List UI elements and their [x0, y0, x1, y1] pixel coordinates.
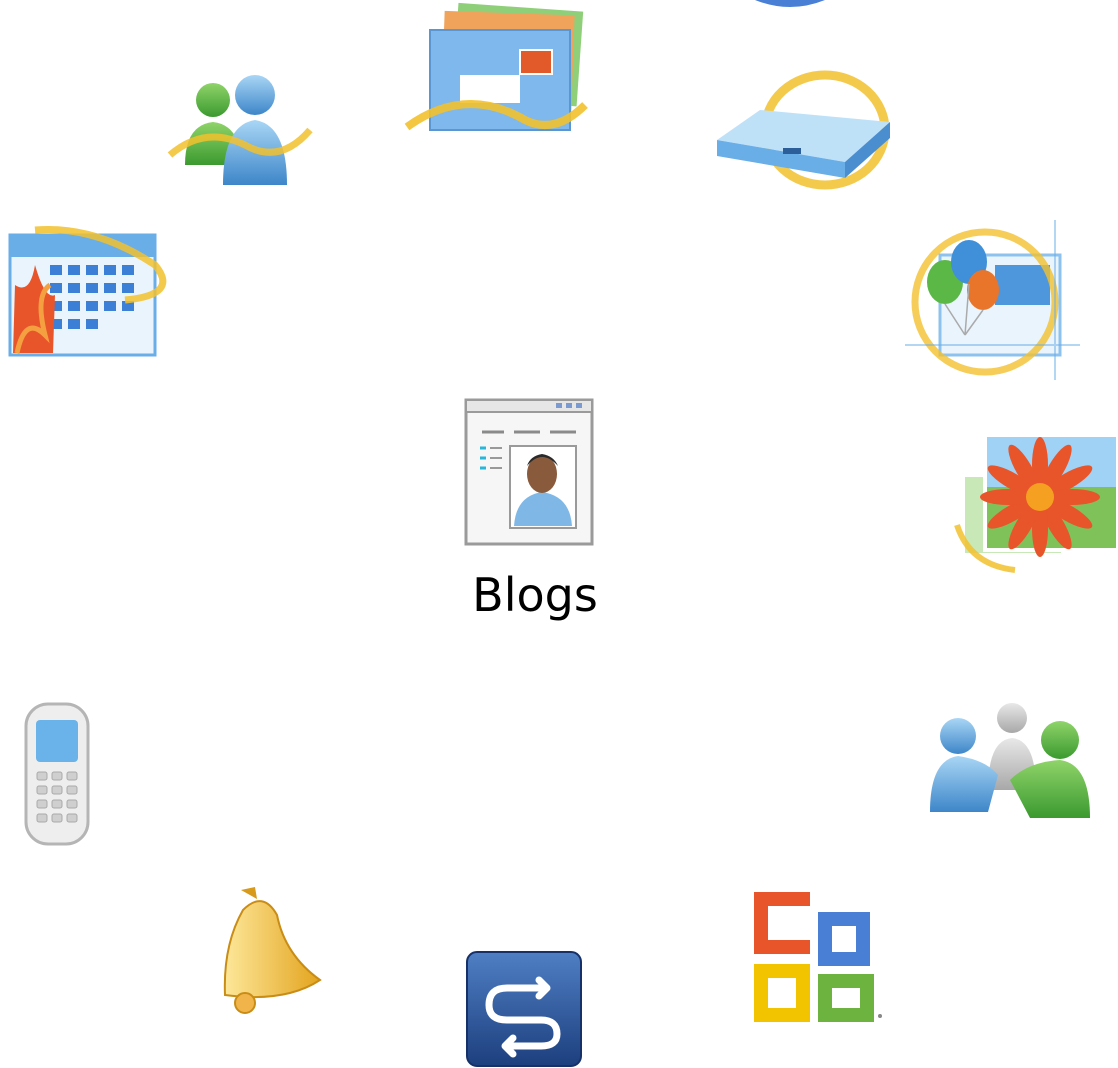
- alerts-bell-icon[interactable]: [205, 885, 325, 1020]
- mail-envelope-icon[interactable]: [404, 2, 590, 140]
- photo-gallery-icon[interactable]: [954, 425, 1118, 575]
- messenger-buddies-icon[interactable]: [165, 70, 315, 190]
- sync-arrows-icon[interactable]: [465, 950, 583, 1068]
- office-logo-icon[interactable]: [752, 890, 887, 1028]
- writer-drive-icon[interactable]: [705, 70, 900, 205]
- sharing-people-icon[interactable]: [928, 700, 1093, 825]
- blogs-label: Blogs: [472, 568, 598, 622]
- partial-blue-icon: [750, 0, 830, 8]
- calendar-icon[interactable]: [5, 225, 175, 360]
- mobile-phone-icon[interactable]: [22, 700, 112, 850]
- blog-page-icon[interactable]: [462, 396, 597, 548]
- events-balloons-icon[interactable]: [905, 220, 1080, 380]
